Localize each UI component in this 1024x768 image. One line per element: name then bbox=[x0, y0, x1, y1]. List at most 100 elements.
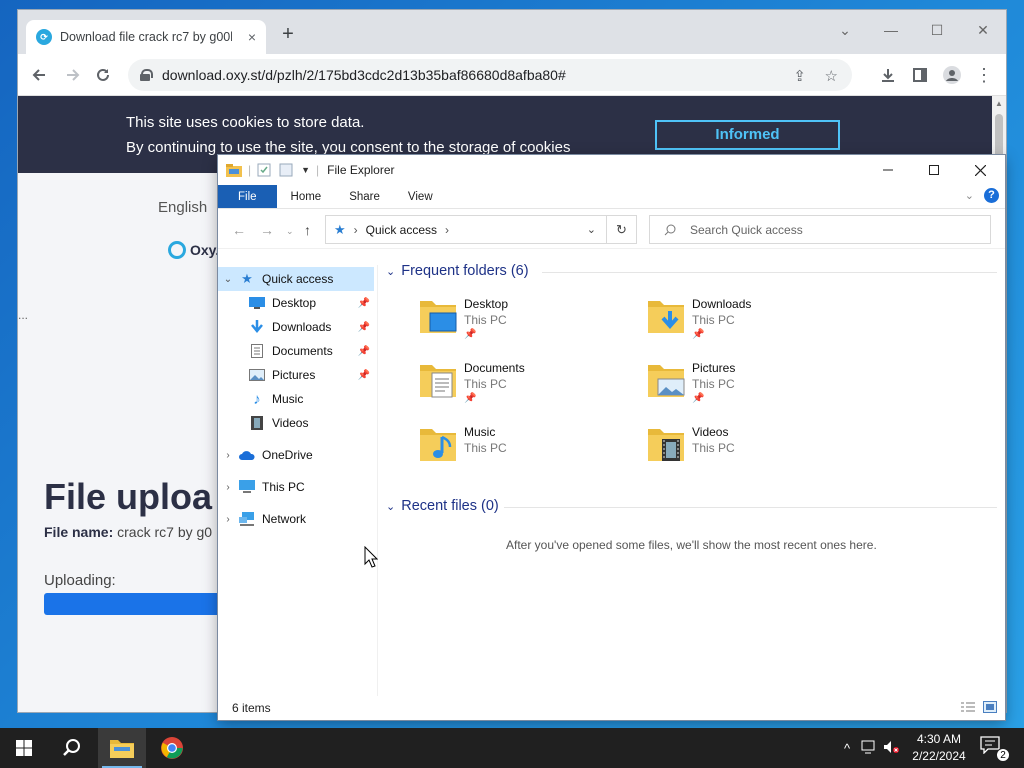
start-button[interactable] bbox=[0, 728, 48, 768]
file-explorer-window: | ▼ | File Explorer File Home Share View… bbox=[218, 155, 1005, 720]
language-selector[interactable]: English bbox=[158, 199, 207, 216]
explorer-address-bar[interactable]: ★ › Quick access › ⌄ bbox=[325, 215, 637, 244]
back-button[interactable] bbox=[26, 62, 52, 88]
clock-time: 4:30 AM bbox=[916, 732, 962, 746]
recent-locations-icon[interactable]: ⌄ bbox=[286, 226, 294, 237]
expand-chevron-icon[interactable]: ⌄ bbox=[218, 274, 238, 285]
nav-label: Desktop bbox=[272, 296, 317, 310]
explorer-minimize-button[interactable] bbox=[865, 155, 911, 185]
nav-item-documents[interactable]: Documents 📌 bbox=[218, 339, 374, 363]
desktop-icon bbox=[248, 296, 266, 310]
qat-separator: | bbox=[248, 163, 252, 177]
notification-center-button[interactable]: 2 bbox=[980, 736, 1010, 762]
explorer-search-input[interactable]: Search Quick access bbox=[649, 215, 991, 244]
nav-item-downloads[interactable]: Downloads 📌 bbox=[218, 315, 374, 339]
expand-chevron-icon[interactable]: › bbox=[218, 450, 238, 461]
explorer-forward-icon[interactable]: → bbox=[260, 222, 274, 238]
up-arrow-icon[interactable]: ↑ bbox=[304, 222, 311, 238]
taskbar-search-button[interactable] bbox=[48, 728, 96, 768]
tab-search-icon[interactable]: ⌄ bbox=[822, 16, 868, 44]
nav-item-quick-access[interactable]: ⌄ ★ Quick access bbox=[218, 267, 374, 291]
nav-item-this-pc[interactable]: › This PC bbox=[218, 475, 374, 499]
nav-item-onedrive[interactable]: › OneDrive bbox=[218, 443, 374, 467]
refresh-button[interactable]: ↻ bbox=[606, 215, 637, 244]
new-tab-button[interactable]: + bbox=[276, 23, 300, 47]
search-placeholder: Search Quick access bbox=[690, 222, 803, 237]
taskbar-clock[interactable]: 4:30 AM 2/22/2024 bbox=[906, 731, 972, 765]
side-panel-button[interactable] bbox=[907, 62, 933, 88]
folder-tile-videos[interactable]: Videos This PC bbox=[646, 425, 866, 483]
help-icon[interactable]: ? bbox=[984, 188, 999, 203]
oxy-logo[interactable]: Oxy. bbox=[168, 241, 219, 259]
folder-tile-pictures[interactable]: Pictures This PC 📌 bbox=[646, 361, 866, 419]
share-icon[interactable]: ⇪ bbox=[793, 67, 806, 85]
folder-tile-desktop[interactable]: Desktop This PC 📌 bbox=[418, 297, 638, 355]
expand-ribbon-icon[interactable]: ⌄ bbox=[965, 189, 974, 202]
taskbar-file-explorer[interactable] bbox=[98, 728, 146, 768]
profile-button[interactable] bbox=[939, 62, 965, 88]
downloads-button[interactable] bbox=[875, 62, 901, 88]
details-view-icon[interactable] bbox=[961, 701, 975, 713]
explorer-app-icon bbox=[226, 164, 242, 177]
forward-button[interactable] bbox=[60, 62, 86, 88]
browser-menu-button[interactable]: ⋮ bbox=[971, 62, 997, 88]
nav-item-pictures[interactable]: Pictures 📌 bbox=[218, 363, 374, 387]
explorer-close-button[interactable] bbox=[957, 155, 1003, 185]
expand-chevron-icon[interactable]: › bbox=[218, 514, 238, 525]
profile-avatar-icon bbox=[943, 66, 961, 84]
download-icon bbox=[882, 69, 894, 82]
folder-location: This PC bbox=[464, 313, 507, 327]
reload-button[interactable] bbox=[90, 62, 116, 88]
ribbon-tab-share[interactable]: Share bbox=[335, 185, 394, 208]
explorer-back-icon[interactable]: ← bbox=[232, 222, 246, 238]
clock-date: 2/22/2024 bbox=[912, 749, 966, 763]
frequent-folders-header[interactable]: ⌄ Frequent folders (6) bbox=[386, 263, 529, 279]
show-hidden-icons-chevron-icon[interactable]: ^ bbox=[838, 741, 856, 756]
network-status-icon[interactable] bbox=[858, 740, 880, 757]
ribbon-tab-file[interactable]: File bbox=[218, 185, 277, 208]
notification-count-badge: 2 bbox=[996, 748, 1010, 762]
system-tray: ^ bbox=[838, 728, 902, 768]
scroll-up-icon[interactable]: ▲ bbox=[995, 99, 1003, 108]
browser-maximize-button[interactable]: ☐ bbox=[914, 16, 960, 44]
browser-tab[interactable]: ⟳ Download file crack rc7 by g00bl × bbox=[26, 20, 266, 54]
qat-dropdown-icon[interactable]: ▼ bbox=[301, 165, 310, 175]
nav-label: Documents bbox=[272, 344, 333, 358]
folder-tile-documents[interactable]: Documents This PC 📌 bbox=[418, 361, 638, 419]
recent-files-header[interactable]: ⌄ Recent files (0) bbox=[386, 498, 499, 514]
folder-location: This PC bbox=[692, 441, 735, 455]
nav-item-desktop[interactable]: Desktop 📌 bbox=[218, 291, 374, 315]
upload-heading: File uploa bbox=[44, 476, 213, 517]
ribbon-tab-home[interactable]: Home bbox=[277, 185, 336, 208]
tab-close-icon[interactable]: × bbox=[248, 29, 256, 45]
large-icons-view-icon[interactable] bbox=[983, 701, 997, 713]
browser-minimize-button[interactable]: — bbox=[868, 16, 914, 44]
item-count: 6 items bbox=[232, 701, 271, 715]
bookmark-star-icon[interactable]: ☆ bbox=[825, 67, 838, 85]
new-folder-icon[interactable] bbox=[279, 163, 295, 177]
folder-location: This PC bbox=[464, 441, 507, 455]
nav-item-videos[interactable]: Videos bbox=[218, 411, 374, 435]
explorer-maximize-button[interactable] bbox=[911, 155, 957, 185]
file-name-value: crack rc7 by g0 bbox=[117, 524, 213, 540]
folder-tile-downloads[interactable]: Downloads This PC 📌 bbox=[646, 297, 866, 355]
taskbar-chrome[interactable] bbox=[148, 728, 196, 768]
browser-close-button[interactable]: ✕ bbox=[960, 16, 1006, 44]
file-name-label: File name: bbox=[44, 524, 114, 540]
expand-chevron-icon[interactable]: › bbox=[218, 482, 238, 493]
nav-item-network[interactable]: › Network bbox=[218, 507, 374, 531]
volume-muted-icon[interactable] bbox=[880, 740, 902, 757]
properties-icon[interactable] bbox=[257, 163, 273, 177]
cookie-accept-button[interactable]: Informed bbox=[655, 120, 840, 150]
view-buttons bbox=[961, 701, 997, 713]
folder-tile-music[interactable]: Music This PC bbox=[418, 425, 638, 483]
breadcrumb-chevron-icon[interactable]: › bbox=[445, 223, 449, 237]
pin-icon: 📌 bbox=[692, 393, 705, 404]
computer-icon bbox=[238, 480, 256, 494]
ribbon-tab-view[interactable]: View bbox=[394, 185, 447, 208]
address-dropdown-icon[interactable]: ⌄ bbox=[587, 223, 596, 236]
maximize-icon bbox=[929, 165, 939, 175]
address-bar[interactable]: download.oxy.st/d/pzlh/2/175bd3cdc2d13b3… bbox=[128, 59, 852, 91]
music-note-icon: ♪ bbox=[253, 390, 261, 408]
nav-item-music[interactable]: ♪ Music bbox=[218, 387, 374, 411]
